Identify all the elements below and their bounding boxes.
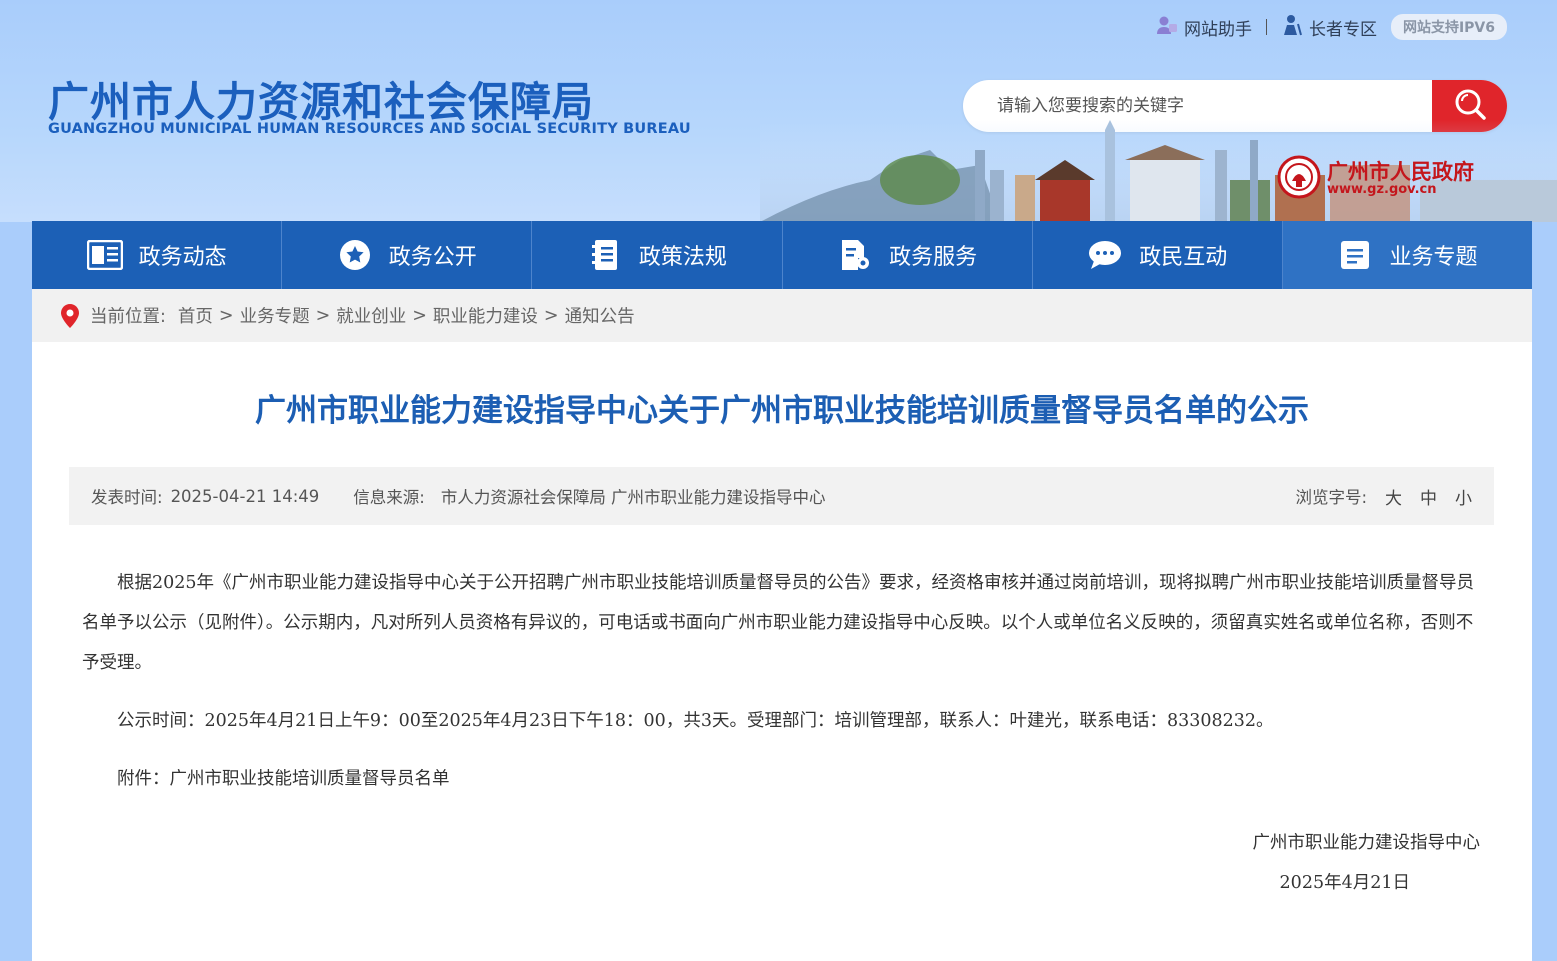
star-circle-icon xyxy=(337,239,373,271)
news-list-icon xyxy=(86,239,123,271)
attachment-link[interactable]: 附件：广州市职业技能培训质量督导员名单 xyxy=(82,759,1482,799)
assistant-icon xyxy=(1156,15,1178,40)
notebook-icon xyxy=(587,239,623,271)
breadcrumb-home[interactable]: 首页 xyxy=(178,303,213,328)
breadcrumb-notices[interactable]: 通知公告 xyxy=(565,303,635,328)
top-links: 网站助手 长者专区 网站支持IPV6 xyxy=(1156,13,1507,41)
main-nav: 政务动态 政务公开 政策法规 政务服务 政民互动 业务专题 xyxy=(32,221,1533,289)
breadcrumb-vocational[interactable]: 职业能力建设 xyxy=(433,303,538,328)
article-body: 根据2025年《广州市职业能力建设指导中心关于公开招聘广州市职业技能培训质量督导… xyxy=(82,563,1482,817)
font-large-button[interactable]: 大 xyxy=(1385,484,1402,509)
main-content: 当前位置: 首页 > 业务专题 > 就业创业 > 职业能力建设 > 通知公告 广… xyxy=(32,289,1532,961)
location-pin-icon xyxy=(60,303,80,329)
breadcrumb-employment[interactable]: 就业创业 xyxy=(336,303,406,328)
elderly-icon xyxy=(1281,14,1303,41)
gov-url: www.gz.gov.cn xyxy=(1327,182,1437,197)
site-assistant-link[interactable]: 网站助手 xyxy=(1156,15,1252,40)
font-small-button[interactable]: 小 xyxy=(1455,484,1472,509)
font-size-label: 浏览字号: xyxy=(1295,488,1367,507)
source-value: 市人力资源社会保障局 广州市职业能力建设指导中心 xyxy=(440,488,826,507)
site-logo-cn[interactable]: 广州市人力资源和社会保障局 xyxy=(48,68,594,128)
article-title: 广州市职业能力建设指导中心关于广州市职业技能培训质量督导员名单的公示 xyxy=(255,393,1309,429)
breadcrumb-label: 当前位置: xyxy=(90,307,166,327)
signature-org: 广州市职业能力建设指导中心 xyxy=(1252,833,1481,853)
gov-name: 广州市人民政府 xyxy=(1327,160,1474,184)
font-size-switcher: 浏览字号: 大 中 小 xyxy=(1295,484,1472,509)
article-paragraph: 公示时间：2025年4月21日上午9：00至2025年4月23日下午18：00，… xyxy=(117,711,1274,731)
site-header: 网站助手 长者专区 网站支持IPV6 广州市人力资源和社会保障局 GUANGZH… xyxy=(0,0,1557,222)
article-meta: 发表时间: 2025-04-21 14:49 信息来源: 市人力资源社会保障局 … xyxy=(69,467,1494,525)
nav-item-policy[interactable]: 政策法规 xyxy=(532,221,783,289)
nav-item-disclosure[interactable]: 政务公开 xyxy=(282,221,533,289)
font-medium-button[interactable]: 中 xyxy=(1420,484,1437,509)
article-paragraph: 根据2025年《广州市职业能力建设指导中心关于公开招聘广州市职业技能培训质量督导… xyxy=(82,573,1475,673)
breadcrumb-topics[interactable]: 业务专题 xyxy=(240,303,310,328)
article-signature: 广州市职业能力建设指导中心 2025年4月21日 xyxy=(1253,823,1481,903)
top-links-divider xyxy=(1265,19,1267,35)
site-logo-en: GUANGZHOU MUNICIPAL HUMAN RESOURCES AND … xyxy=(48,121,691,137)
elderly-zone-link[interactable]: 长者专区 xyxy=(1281,14,1377,41)
topic-list-icon xyxy=(1337,239,1373,271)
publish-time: 2025-04-21 14:49 xyxy=(170,486,320,506)
publish-label: 发表时间: xyxy=(91,488,163,507)
source-label: 信息来源: xyxy=(353,488,425,507)
gz-gov-badge[interactable]: 广州市人民政府 www.gz.gov.cn xyxy=(1277,155,1474,203)
document-gear-icon xyxy=(837,239,873,271)
breadcrumb: 当前位置: 首页 > 业务专题 > 就业创业 > 职业能力建设 > 通知公告 xyxy=(32,289,1532,342)
nav-item-topics[interactable]: 业务专题 xyxy=(1282,221,1533,289)
ipv6-badge: 网站支持IPV6 xyxy=(1390,14,1507,40)
nav-item-news[interactable]: 政务动态 xyxy=(32,221,283,289)
chat-bubble-icon xyxy=(1087,239,1123,271)
nav-item-services[interactable]: 政务服务 xyxy=(783,221,1033,289)
signature-date: 2025年4月21日 xyxy=(1279,873,1410,893)
gov-emblem-icon xyxy=(1277,155,1321,203)
nav-item-interaction[interactable]: 政民互动 xyxy=(1033,221,1283,289)
